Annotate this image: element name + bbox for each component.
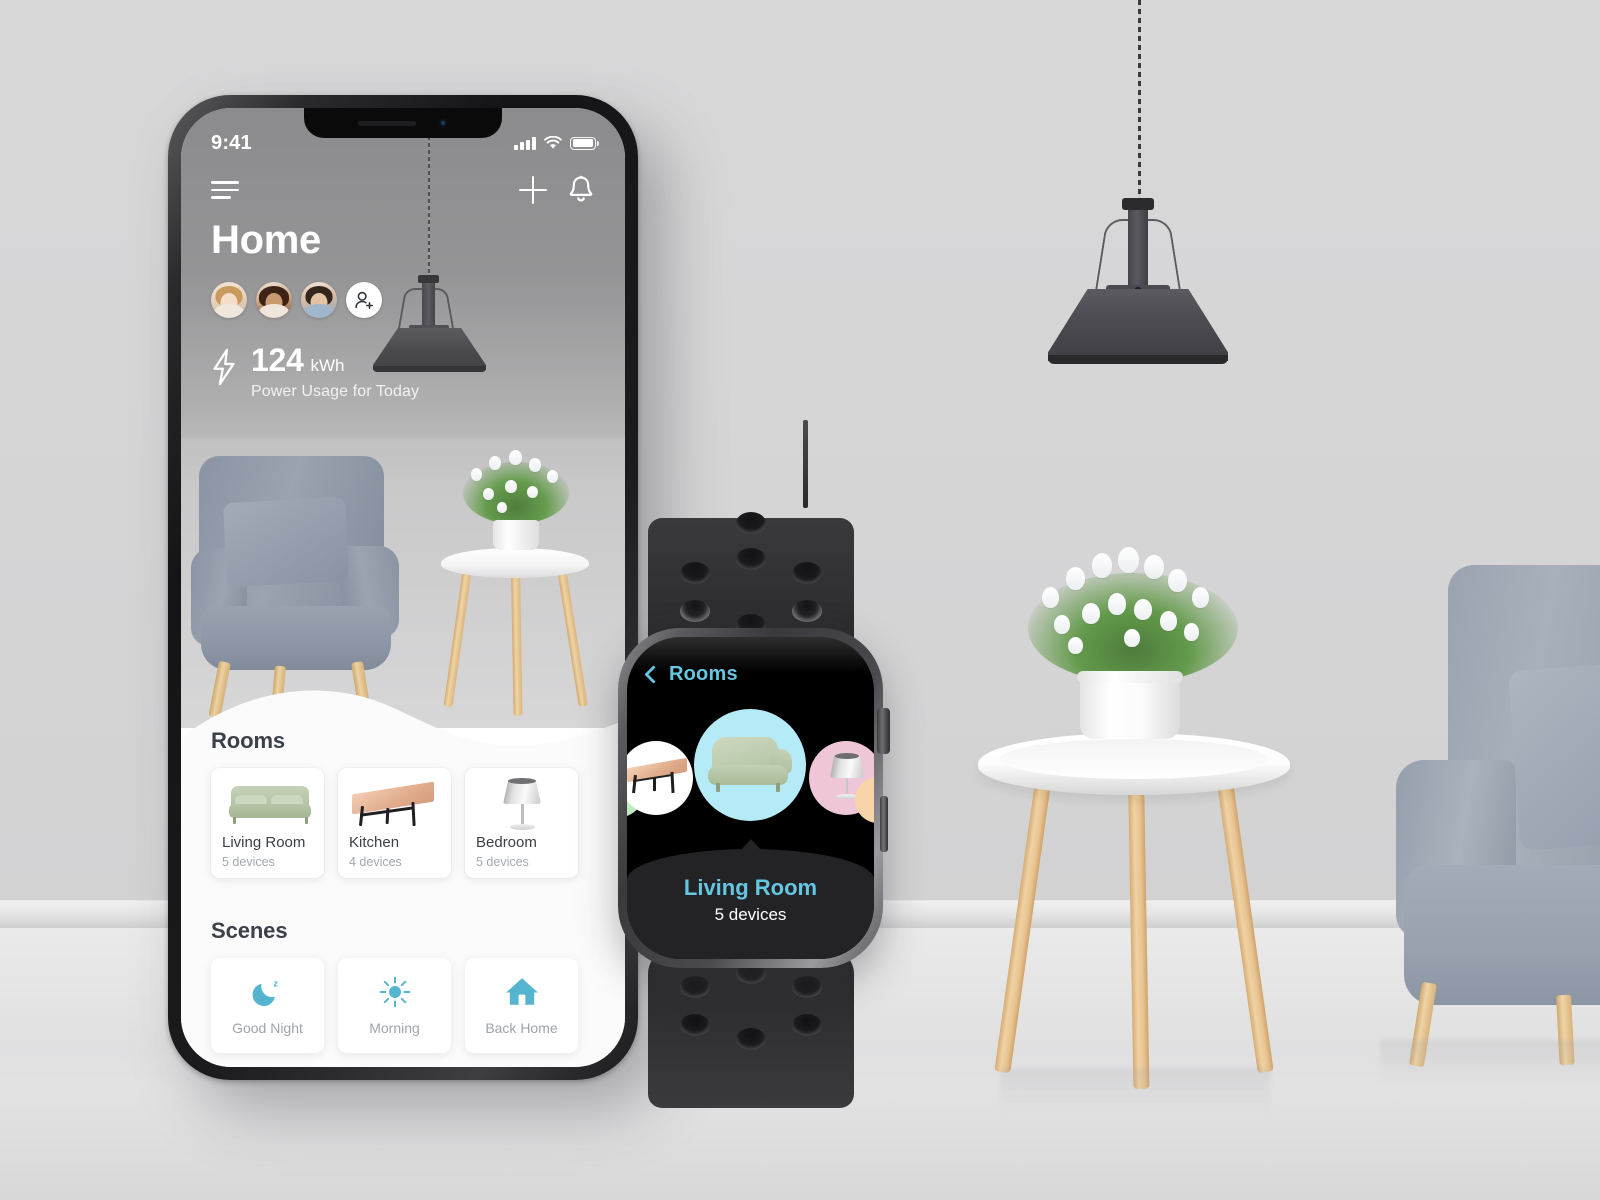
scene-label: Good Night [232, 1020, 303, 1036]
watch-nav-label: Rooms [669, 663, 738, 685]
pendant-lamp-cord [1138, 0, 1142, 212]
watch-selected-room-devices: 5 devices [714, 905, 787, 924]
scenes-card-list[interactable]: z Good Night Morning Back Home [211, 958, 578, 1053]
top-nav-bar [181, 168, 625, 212]
carousel-bubble-living-room[interactable] [694, 709, 806, 821]
watch-selected-room-name: Living Room [683, 875, 818, 900]
pendant-lamp [1048, 198, 1228, 365]
lightning-bolt-icon [213, 348, 235, 386]
sofa-thumb-icon [211, 774, 324, 832]
status-time: 9:41 [211, 131, 252, 154]
potted-plant [1008, 533, 1258, 685]
page-title: Home [211, 218, 321, 262]
watch-room-info-panel: Living Room 5 devices [627, 839, 874, 959]
svg-text:z: z [273, 979, 278, 990]
home-members [211, 282, 382, 318]
watch-case: Rooms Living Room 5 devices [618, 628, 890, 968]
scene-card-back-home[interactable]: Back Home [465, 958, 578, 1053]
armchair [1366, 565, 1600, 1068]
home-icon [505, 978, 538, 1005]
lamp-thumb-icon [465, 774, 578, 832]
cushion [1507, 659, 1600, 851]
scene-card-morning[interactable]: Morning [338, 958, 451, 1053]
scene-card-good-night[interactable]: z Good Night [211, 958, 324, 1053]
digital-crown[interactable] [877, 708, 890, 754]
avatar[interactable] [301, 282, 337, 318]
carousel-bubble-kitchen[interactable] [627, 741, 693, 815]
power-usage-widget: 124 kWh Power Usage for Today [211, 344, 419, 401]
power-button[interactable] [803, 420, 808, 508]
room-name: Bedroom [476, 834, 537, 851]
wifi-icon [544, 136, 562, 149]
room-device-count: 4 devices [349, 855, 402, 869]
cellular-signal-icon [514, 136, 536, 150]
smartphone-device: 9:41 Home 124 kWh Power Usage for Today … [168, 95, 808, 1080]
avatar[interactable] [256, 282, 292, 318]
room-card-living-room[interactable]: Living Room 5 devices [211, 768, 324, 878]
front-camera [438, 118, 448, 128]
power-unit: kWh [310, 356, 345, 375]
scrollable-content[interactable]: Rooms Living Room 5 devices Kitchen 4 de… [181, 680, 625, 1067]
add-person-icon[interactable] [346, 282, 382, 318]
plus-icon[interactable] [519, 176, 547, 204]
room-device-count: 5 devices [476, 855, 529, 869]
scene-label: Back Home [485, 1020, 558, 1036]
sun-icon [379, 976, 410, 1008]
watch-back-nav[interactable]: Rooms [644, 663, 738, 686]
plant-pot [1080, 675, 1180, 739]
phone-screen: 9:41 Home 124 kWh Power Usage for Today … [181, 108, 625, 1067]
scenes-section-title: Scenes [211, 918, 288, 943]
hamburger-menu-icon[interactable] [211, 181, 239, 199]
side-table [978, 547, 1290, 1093]
battery-icon [570, 136, 599, 150]
chevron-left-icon[interactable] [644, 665, 663, 684]
room-name: Living Room [222, 834, 306, 851]
phone-notch [304, 108, 502, 138]
power-value: 124 [251, 342, 304, 378]
panel-pointer [739, 839, 762, 851]
moon-icon: z [252, 979, 278, 1007]
side-button[interactable] [880, 796, 888, 852]
earpiece-speaker [358, 120, 416, 126]
watch-band-bottom [648, 948, 854, 1108]
room-card-bedroom[interactable]: Bedroom 5 devices [465, 768, 578, 878]
watch-screen: Rooms Living Room 5 devices [627, 637, 874, 959]
room-card-kitchen[interactable]: Kitchen 4 devices [338, 768, 451, 878]
rooms-section-title: Rooms [211, 728, 286, 753]
avatar[interactable] [211, 282, 247, 318]
table-thumb-icon [338, 774, 451, 832]
rooms-carousel[interactable] [627, 709, 874, 849]
rooms-card-list[interactable]: Living Room 5 devices Kitchen 4 devices … [211, 768, 578, 878]
power-caption: Power Usage for Today [251, 383, 420, 400]
scene-label: Morning [369, 1020, 420, 1036]
hero-armchair [191, 456, 406, 719]
bell-icon[interactable] [567, 175, 595, 205]
smartwatch-device: Rooms Living Room 5 devices [608, 512, 893, 1108]
room-device-count: 5 devices [222, 855, 275, 869]
room-name: Kitchen [349, 834, 400, 851]
